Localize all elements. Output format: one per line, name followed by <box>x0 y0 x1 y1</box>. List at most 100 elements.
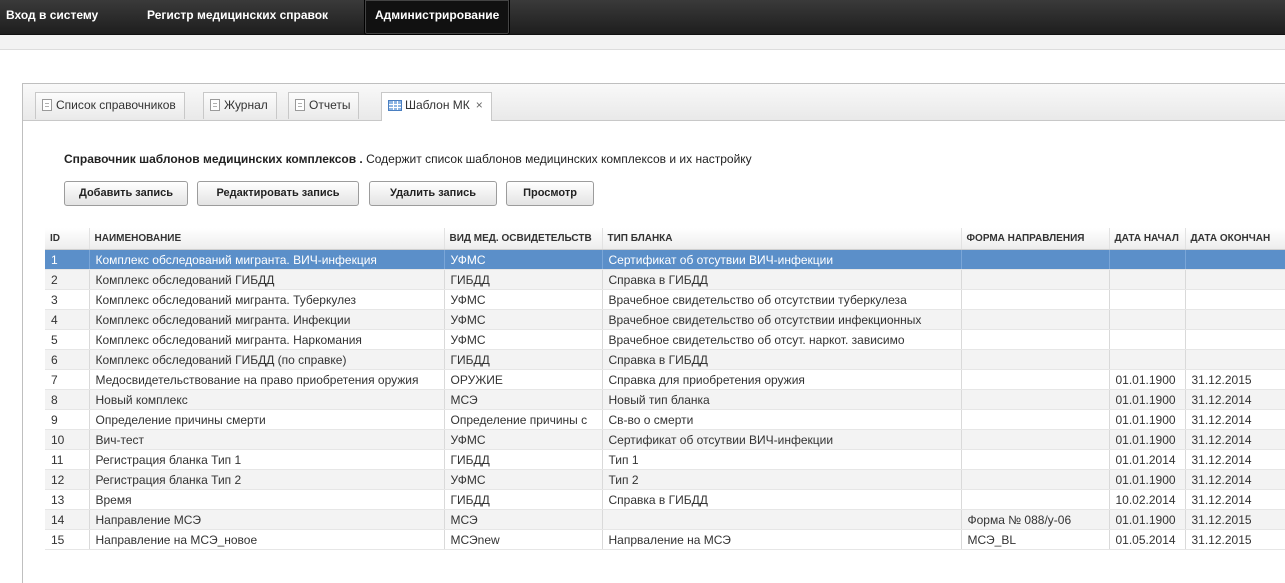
cell-name: Медосвидетельствование на право приобрет… <box>89 369 445 390</box>
delete-record-button[interactable]: Удалить запись <box>369 181 497 206</box>
table-row[interactable]: 3 Комплекс обследований мигранта. Туберку… <box>45 289 1285 310</box>
cell-id: 10 <box>45 429 90 450</box>
cell-id: 14 <box>45 509 90 530</box>
cell-name: Комплекс обследований мигранта. ВИЧ-инфе… <box>89 249 445 270</box>
table-row[interactable]: 10 Вич-тест УФМС Сертификат об отсутвии ВИЧ… <box>45 429 1285 450</box>
cell-form-type: Новый тип бланка <box>602 389 962 410</box>
cell-id: 9 <box>45 409 90 430</box>
column-header-end-date[interactable]: ДАТА ОКОНЧАН <box>1185 228 1285 250</box>
tab-label: Журнал <box>224 98 268 112</box>
cell-end-date <box>1185 289 1285 310</box>
table-row[interactable]: 8 Новый комплекс МСЭ Новый тип бланка 01.01.… <box>45 389 1285 410</box>
tab-label: Отчеты <box>309 98 351 112</box>
cell-id: 3 <box>45 289 90 310</box>
cell-referral-form: Форма № 088/у-06 <box>961 509 1110 530</box>
cell-id: 11 <box>45 449 90 470</box>
cell-exam-type: ГИБДД <box>444 449 603 470</box>
cell-end-date: 31.12.2014 <box>1185 489 1285 510</box>
cell-start-date: 01.01.1900 <box>1109 429 1186 450</box>
table-row[interactable]: 11 Регистрация бланка Тип 1 ГИБДД Тип 1 01.0… <box>45 449 1285 470</box>
cell-form-type: Тип 2 <box>602 469 962 490</box>
cell-exam-type: ОРУЖИЕ <box>444 369 603 390</box>
cell-form-type: Св-во о смерти <box>602 409 962 430</box>
tab-directory-list[interactable]: Список справочников <box>35 92 185 119</box>
document-icon <box>42 99 52 111</box>
column-header-referral-form[interactable]: ФОРМА НАПРАВЛЕНИЯ <box>961 228 1110 250</box>
menu-medical-register[interactable]: Регистр медицинских справок <box>147 0 328 34</box>
cell-start-date: 01.01.1900 <box>1109 409 1186 430</box>
cell-start-date <box>1109 289 1186 310</box>
menu-administration[interactable]: Администрирование <box>364 0 511 35</box>
column-header-name[interactable]: НАИМЕНОВАНИЕ <box>89 228 445 250</box>
tab-mk-template[interactable]: Шаблон МК × <box>381 92 492 121</box>
cell-form-type <box>602 509 962 530</box>
menu-login[interactable]: Вход в систему <box>6 0 98 34</box>
cell-name: Комплекс обследований ГИБДД (по справке) <box>89 349 445 370</box>
cell-end-date: 31.12.2014 <box>1185 449 1285 470</box>
cell-form-type: Врачебное свидетельство об отсутствии ту… <box>602 289 962 310</box>
column-header-form-type[interactable]: ТИП БЛАНКА <box>602 228 962 250</box>
cell-name: Определение причины смерти <box>89 409 445 430</box>
cell-exam-type: ГИБДД <box>444 349 603 370</box>
cell-id: 6 <box>45 349 90 370</box>
edit-record-button[interactable]: Редактировать запись <box>197 181 359 206</box>
cell-referral-form <box>961 329 1110 350</box>
cell-form-type: Сертификат об отсутвии ВИЧ-инфекции <box>602 249 962 270</box>
table-row[interactable]: 6 Комплекс обследований ГИБДД (по справке… <box>45 349 1285 370</box>
description-text: Содержит список шаблонов медицинских ком… <box>362 152 752 166</box>
table-row[interactable]: 2 Комплекс обследований ГИБДД ГИБДД Справка… <box>45 269 1285 290</box>
tab-reports[interactable]: Отчеты <box>288 92 360 119</box>
cell-start-date <box>1109 249 1186 270</box>
cell-id: 5 <box>45 329 90 350</box>
close-icon[interactable]: × <box>476 98 483 112</box>
cell-id: 1 <box>45 249 90 270</box>
table-row[interactable]: 1 Комплекс обследований мигранта. ВИЧ-инф… <box>45 249 1285 270</box>
cell-end-date <box>1185 269 1285 290</box>
column-header-id[interactable]: ID <box>45 228 90 250</box>
table-header-row: ID НАИМЕНОВАНИЕ ВИД МЕД. ОСВИДЕТЕЛЬСТВ Т… <box>45 228 1285 250</box>
cell-exam-type: МСЭnew <box>444 529 603 550</box>
table-icon <box>388 100 402 111</box>
cell-name: Комплекс обследований мигранта. Инфекции <box>89 309 445 330</box>
cell-referral-form: МСЭ_BL <box>961 529 1110 550</box>
cell-name: Регистрация бланка Тип 1 <box>89 449 445 470</box>
cell-name: Вич-тест <box>89 429 445 450</box>
table-row[interactable]: 9 Определение причины смерти Определение п… <box>45 409 1285 430</box>
column-header-exam-type[interactable]: ВИД МЕД. ОСВИДЕТЕЛЬСТВ <box>444 228 603 250</box>
table-row[interactable]: 12 Регистрация бланка Тип 2 УФМС Тип 2 01.01… <box>45 469 1285 490</box>
table-row[interactable]: 5 Комплекс обследований мигранта. Наркома… <box>45 329 1285 350</box>
tab-strip: Список справочников Журнал Отчеты Шаблон… <box>23 84 1285 121</box>
cell-referral-form <box>961 449 1110 470</box>
cell-referral-form <box>961 389 1110 410</box>
cell-end-date <box>1185 349 1285 370</box>
column-header-start-date[interactable]: ДАТА НАЧАЛ <box>1109 228 1186 250</box>
cell-exam-type: УФМС <box>444 249 603 270</box>
cell-start-date: 01.01.1900 <box>1109 369 1186 390</box>
cell-name: Регистрация бланка Тип 2 <box>89 469 445 490</box>
cell-referral-form <box>961 249 1110 270</box>
add-record-button[interactable]: Добавить запись <box>64 181 188 206</box>
cell-exam-type: УФМС <box>444 329 603 350</box>
table-row[interactable]: 7 Медосвидетельствование на право приобре… <box>45 369 1285 390</box>
cell-start-date: 01.01.2014 <box>1109 449 1186 470</box>
table-row[interactable]: 13 Время ГИБДД Справка в ГИБДД 10.02.2014 31.… <box>45 489 1285 510</box>
cell-id: 13 <box>45 489 90 510</box>
description-title: Справочник шаблонов медицинских комплекс… <box>64 152 363 166</box>
cell-form-type: Врачебное свидетельство об отсут. наркот… <box>602 329 962 350</box>
cell-start-date: 01.01.1900 <box>1109 389 1186 410</box>
view-button[interactable]: Просмотр <box>506 181 594 206</box>
table-row[interactable]: 4 Комплекс обследований мигранта. Инфекци… <box>45 309 1285 330</box>
cell-referral-form <box>961 289 1110 310</box>
cell-start-date <box>1109 349 1186 370</box>
cell-name: Направление МСЭ <box>89 509 445 530</box>
cell-form-type: Справка для приобретения оружия <box>602 369 962 390</box>
cell-form-type: Сертификат об отсутвии ВИЧ-инфекции <box>602 429 962 450</box>
table-row[interactable]: 15 Направление на МСЭ_новое МСЭnew Напрвaле… <box>45 529 1285 550</box>
document-icon <box>295 99 305 111</box>
tab-journal[interactable]: Журнал <box>203 92 277 119</box>
cell-form-type: Справка в ГИБДД <box>602 269 962 290</box>
table-row[interactable]: 14 Направление МСЭ МСЭ Форма № 088/у-06 01.0… <box>45 509 1285 530</box>
cell-end-date: 31.12.2015 <box>1185 529 1285 550</box>
cell-name: Новый комплекс <box>89 389 445 410</box>
cell-end-date: 31.12.2014 <box>1185 429 1285 450</box>
